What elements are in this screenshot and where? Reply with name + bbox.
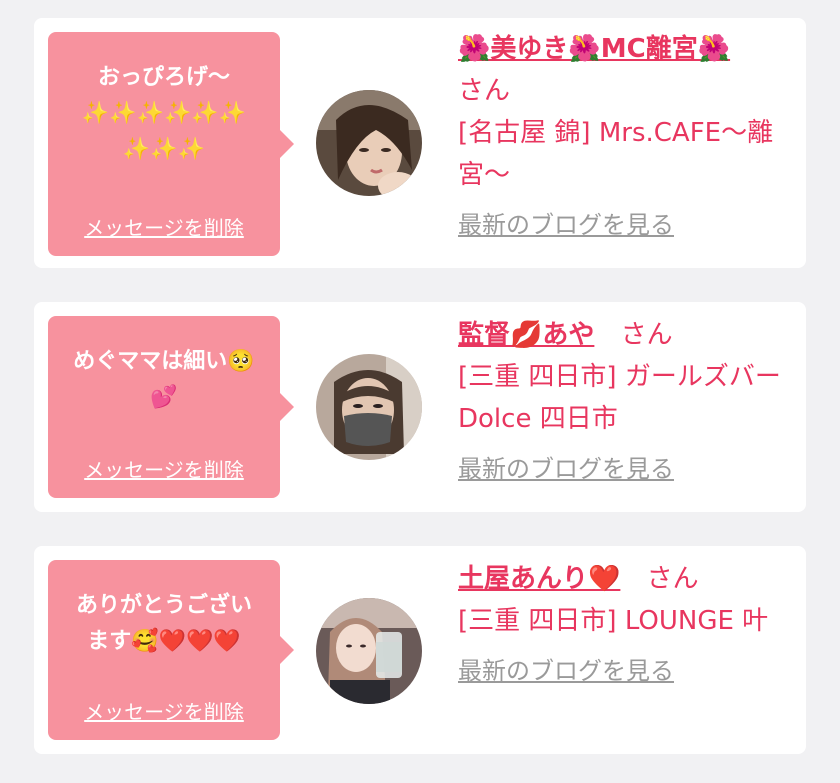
avatar[interactable] [316,90,422,196]
avatar-photo [316,354,422,460]
sender-info: 🌺美ゆき🌺MC離宮🌺 さん [名古屋 錦] Mrs.CAFE〜離宮〜 最新のブロ… [458,28,790,246]
message-text: ありがとうござい ます🥰❤️❤️❤️ [75,593,252,654]
message-card: ありがとうござい ます🥰❤️❤️❤️ メッセージを削除 土屋あんり❤️ さん [… [34,546,806,754]
shop-info: [三重 四日市] LOUNGE 叶 [458,606,769,636]
delete-message-link[interactable]: メッセージを削除 [48,454,280,483]
message-card: めぐママは細い🥺 💕 メッセージを削除 監督💋あや さん [三重 四日市] ガー… [34,302,806,512]
sender-info: 土屋あんり❤️ さん [三重 四日市] LOUNGE 叶 最新のブログを見る [458,558,790,692]
message-card: おっぴろげ〜 ✨✨✨✨✨✨ ✨✨✨ メッセージを削除 🌺美ゆき🌺MC離宮🌺 さん… [34,18,806,268]
avatar-photo [316,598,422,704]
honorific: さん [620,320,673,350]
avatar[interactable] [316,598,422,704]
message-text: めぐママは細い🥺 💕 [73,349,255,410]
avatar[interactable] [316,354,422,460]
sender-name-link[interactable]: 監督💋あや [458,320,594,350]
shop-info: [名古屋 錦] Mrs.CAFE〜離宮〜 [458,118,774,190]
delete-message-link[interactable]: メッセージを削除 [48,696,280,725]
message-bubble: めぐママは細い🥺 💕 メッセージを削除 [48,316,294,498]
sender-name-link[interactable]: 🌺美ゆき🌺MC離宮🌺 [458,34,730,64]
latest-blog-link[interactable]: 最新のブログを見る [458,448,674,490]
latest-blog-link[interactable]: 最新のブログを見る [458,204,674,246]
message-bubble: おっぴろげ〜 ✨✨✨✨✨✨ ✨✨✨ メッセージを削除 [48,32,294,256]
sender-name-link[interactable]: 土屋あんり❤️ [458,564,620,594]
latest-blog-link[interactable]: 最新のブログを見る [458,650,674,692]
message-text: おっぴろげ〜 ✨✨✨✨✨✨ ✨✨✨ [81,65,247,162]
message-list: おっぴろげ〜 ✨✨✨✨✨✨ ✨✨✨ メッセージを削除 🌺美ゆき🌺MC離宮🌺 さん… [0,0,840,783]
avatar-photo [316,90,422,196]
shop-info: [三重 四日市] ガールズバー Dolce 四日市 [458,362,781,434]
honorific: さん [458,76,511,106]
sender-info: 監督💋あや さん [三重 四日市] ガールズバー Dolce 四日市 最新のブロ… [458,314,790,490]
message-bubble: ありがとうござい ます🥰❤️❤️❤️ メッセージを削除 [48,560,294,740]
delete-message-link[interactable]: メッセージを削除 [48,212,280,241]
honorific: さん [646,564,699,594]
